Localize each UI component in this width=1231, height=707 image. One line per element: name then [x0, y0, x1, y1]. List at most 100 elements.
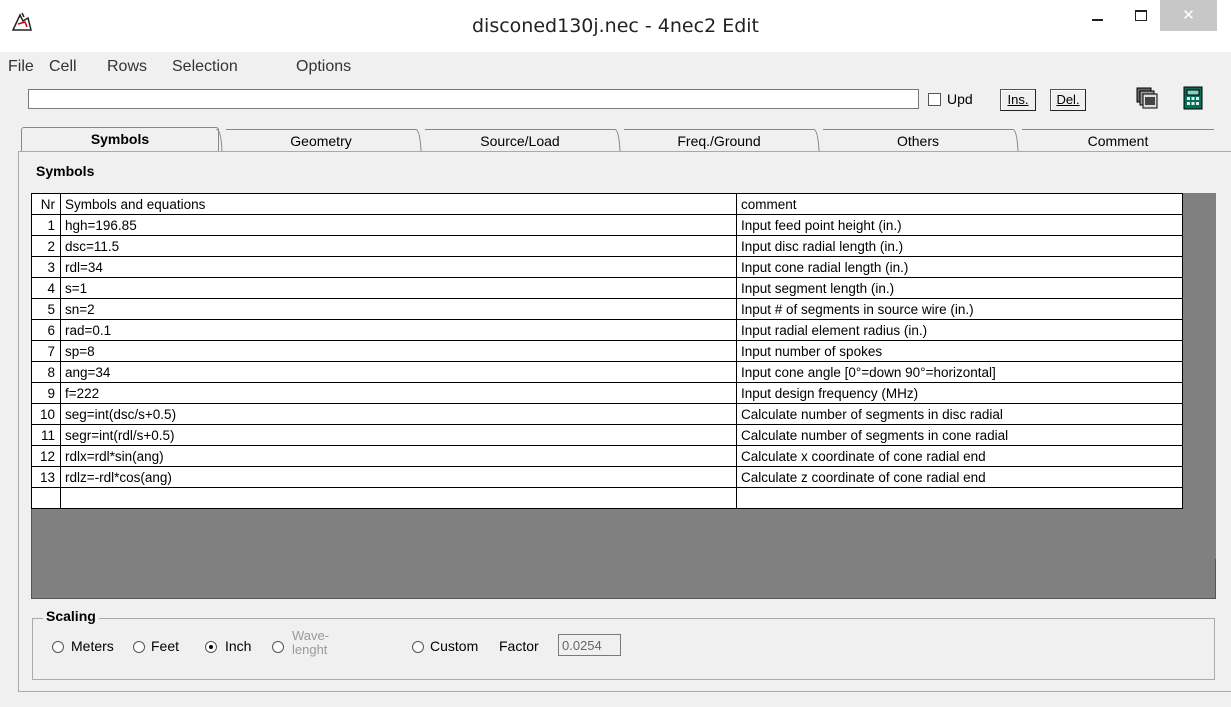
- menu-selection[interactable]: Selection: [172, 58, 238, 76]
- tab-symbols[interactable]: Symbols: [21, 127, 219, 154]
- title-bar: disconed130j.nec - 4nec2 Edit ✕: [0, 0, 1231, 52]
- equation-cell[interactable]: s=1: [60, 277, 737, 299]
- equation-cell[interactable]: seg=int(dsc/s+0.5): [60, 403, 737, 425]
- tab-freq-ground[interactable]: Freq./Ground: [624, 129, 814, 152]
- copy-windows-icon[interactable]: [1135, 86, 1159, 110]
- delete-button[interactable]: Del.: [1050, 89, 1086, 111]
- table-header-row: Nr Symbols and equations comment: [31, 193, 1183, 215]
- insert-button[interactable]: Ins.: [1000, 89, 1036, 111]
- radio-feet[interactable]: [133, 641, 145, 653]
- table-row[interactable]: 10 seg=int(dsc/s+0.5) Calculate number of …: [31, 403, 1183, 425]
- tab-divider: [1012, 129, 1019, 151]
- table-row[interactable]: 2 dsc=11.5 Input disc radial length (in.): [31, 235, 1183, 257]
- radio-inch-label[interactable]: Inch: [225, 638, 251, 654]
- comment-cell[interactable]: Input design frequency (MHz): [736, 382, 1183, 404]
- radio-wavelength[interactable]: [272, 641, 284, 653]
- header-nr[interactable]: Nr: [31, 193, 61, 215]
- scaling-title: Scaling: [43, 608, 99, 624]
- table-row[interactable]: 13 rdlz=-rdl*cos(ang) Calculate z coordina…: [31, 466, 1183, 488]
- radio-wavelength-label: Wave- lenght: [292, 628, 330, 657]
- upd-checkbox[interactable]: [928, 93, 941, 106]
- table-row[interactable]: 3 rdl=34 Input cone radial length (in.): [31, 256, 1183, 278]
- comment-cell[interactable]: Input cone angle [0°=down 90°=horizontal…: [736, 361, 1183, 383]
- equation-cell[interactable]: f=222: [60, 382, 737, 404]
- comment-cell[interactable]: Input segment length (in.): [736, 277, 1183, 299]
- section-title: Symbols: [36, 163, 95, 179]
- equation-cell[interactable]: rad=0.1: [60, 319, 737, 341]
- tab-strip: Symbols Geometry Source/Load Freq./Groun…: [18, 127, 1214, 154]
- tab-divider: [614, 129, 621, 151]
- equation-cell[interactable]: ang=34: [60, 361, 737, 383]
- comment-cell[interactable]: Calculate x coordinate of cone radial en…: [736, 445, 1183, 467]
- comment-cell[interactable]: Calculate z coordinate of cone radial en…: [736, 466, 1183, 488]
- cell-edit-input[interactable]: [28, 89, 919, 109]
- minimize-button[interactable]: [1075, 0, 1121, 31]
- window-bottom-border: [0, 693, 1231, 707]
- equation-cell[interactable]: rdl=34: [60, 256, 737, 278]
- close-button[interactable]: ✕: [1160, 0, 1217, 31]
- row-number: 7: [31, 340, 61, 362]
- table-row[interactable]: 1 hgh=196.85 Input feed point height (in.): [31, 214, 1183, 236]
- comment-cell[interactable]: Input radial element radius (in.): [736, 319, 1183, 341]
- tab-divider: [216, 129, 223, 151]
- radio-meters[interactable]: [52, 641, 64, 653]
- radio-inch[interactable]: [205, 641, 217, 653]
- comment-cell[interactable]: Input number of spokes: [736, 340, 1183, 362]
- equation-cell[interactable]: sn=2: [60, 298, 737, 320]
- header-comment[interactable]: comment: [736, 193, 1183, 215]
- comment-cell[interactable]: Input disc radial length (in.): [736, 235, 1183, 257]
- equation-cell[interactable]: [60, 487, 737, 509]
- symbols-table: Nr Symbols and equations comment 1 hgh=19…: [31, 193, 1183, 509]
- tab-source-load[interactable]: Source/Load: [425, 129, 615, 152]
- row-number: [31, 487, 61, 509]
- equation-cell[interactable]: sp=8: [60, 340, 737, 362]
- minimize-icon: [1092, 19, 1103, 21]
- table-row[interactable]: 4 s=1 Input segment length (in.): [31, 277, 1183, 299]
- insert-button-label: Ins.: [1007, 92, 1029, 107]
- table-row[interactable]: 11 segr=int(rdl/s+0.5) Calculate number of…: [31, 424, 1183, 446]
- radio-custom-label[interactable]: Custom: [430, 638, 478, 654]
- row-number: 6: [31, 319, 61, 341]
- menu-rows[interactable]: Rows: [107, 58, 147, 76]
- table-row[interactable]: 7 sp=8 Input number of spokes: [31, 340, 1183, 362]
- menu-cell[interactable]: Cell: [49, 58, 77, 76]
- comment-cell[interactable]: Input cone radial length (in.): [736, 256, 1183, 278]
- tab-others[interactable]: Others: [823, 129, 1013, 152]
- equation-cell[interactable]: segr=int(rdl/s+0.5): [60, 424, 737, 446]
- table-row[interactable]: 9 f=222 Input design frequency (MHz): [31, 382, 1183, 404]
- tab-comment[interactable]: Comment: [1022, 129, 1214, 152]
- vertical-scrollbar[interactable]: [1183, 193, 1216, 559]
- row-number: 9: [31, 382, 61, 404]
- radio-feet-label[interactable]: Feet: [151, 638, 179, 654]
- row-number: 3: [31, 256, 61, 278]
- radio-meters-label[interactable]: Meters: [71, 638, 114, 654]
- row-number: 12: [31, 445, 61, 467]
- comment-cell[interactable]: [736, 487, 1183, 509]
- calculator-icon[interactable]: [1181, 86, 1205, 110]
- factor-label: Factor: [499, 638, 539, 654]
- comment-cell[interactable]: Calculate number of segments in cone rad…: [736, 424, 1183, 446]
- menu-options[interactable]: Options: [296, 58, 351, 76]
- table-row[interactable]: 8 ang=34 Input cone angle [0°=down 90°=hor…: [31, 361, 1183, 383]
- row-number: 5: [31, 298, 61, 320]
- table-row[interactable]: 5 sn=2 Input # of segments in source wire …: [31, 298, 1183, 320]
- table-row[interactable]: 12 rdlx=rdl*sin(ang) Calculate x coordinat…: [31, 445, 1183, 467]
- comment-cell[interactable]: Input # of segments in source wire (in.): [736, 298, 1183, 320]
- equation-cell[interactable]: dsc=11.5: [60, 235, 737, 257]
- maximize-icon: [1135, 10, 1147, 21]
- upd-label: Upd: [947, 91, 973, 107]
- equation-cell[interactable]: hgh=196.85: [60, 214, 737, 236]
- table-row-empty[interactable]: [31, 487, 1183, 509]
- equation-cell[interactable]: rdlx=rdl*sin(ang): [60, 445, 737, 467]
- equation-cell[interactable]: rdlz=-rdl*cos(ang): [60, 466, 737, 488]
- comment-cell[interactable]: Input feed point height (in.): [736, 214, 1183, 236]
- row-number: 4: [31, 277, 61, 299]
- row-number: 10: [31, 403, 61, 425]
- comment-cell[interactable]: Calculate number of segments in disc rad…: [736, 403, 1183, 425]
- header-symbols[interactable]: Symbols and equations: [60, 193, 737, 215]
- radio-custom[interactable]: [412, 641, 424, 653]
- maximize-button[interactable]: [1118, 0, 1164, 31]
- menu-file[interactable]: File: [8, 58, 34, 76]
- table-row[interactable]: 6 rad=0.1 Input radial element radius (in.…: [31, 319, 1183, 341]
- tab-geometry[interactable]: Geometry: [226, 129, 416, 152]
